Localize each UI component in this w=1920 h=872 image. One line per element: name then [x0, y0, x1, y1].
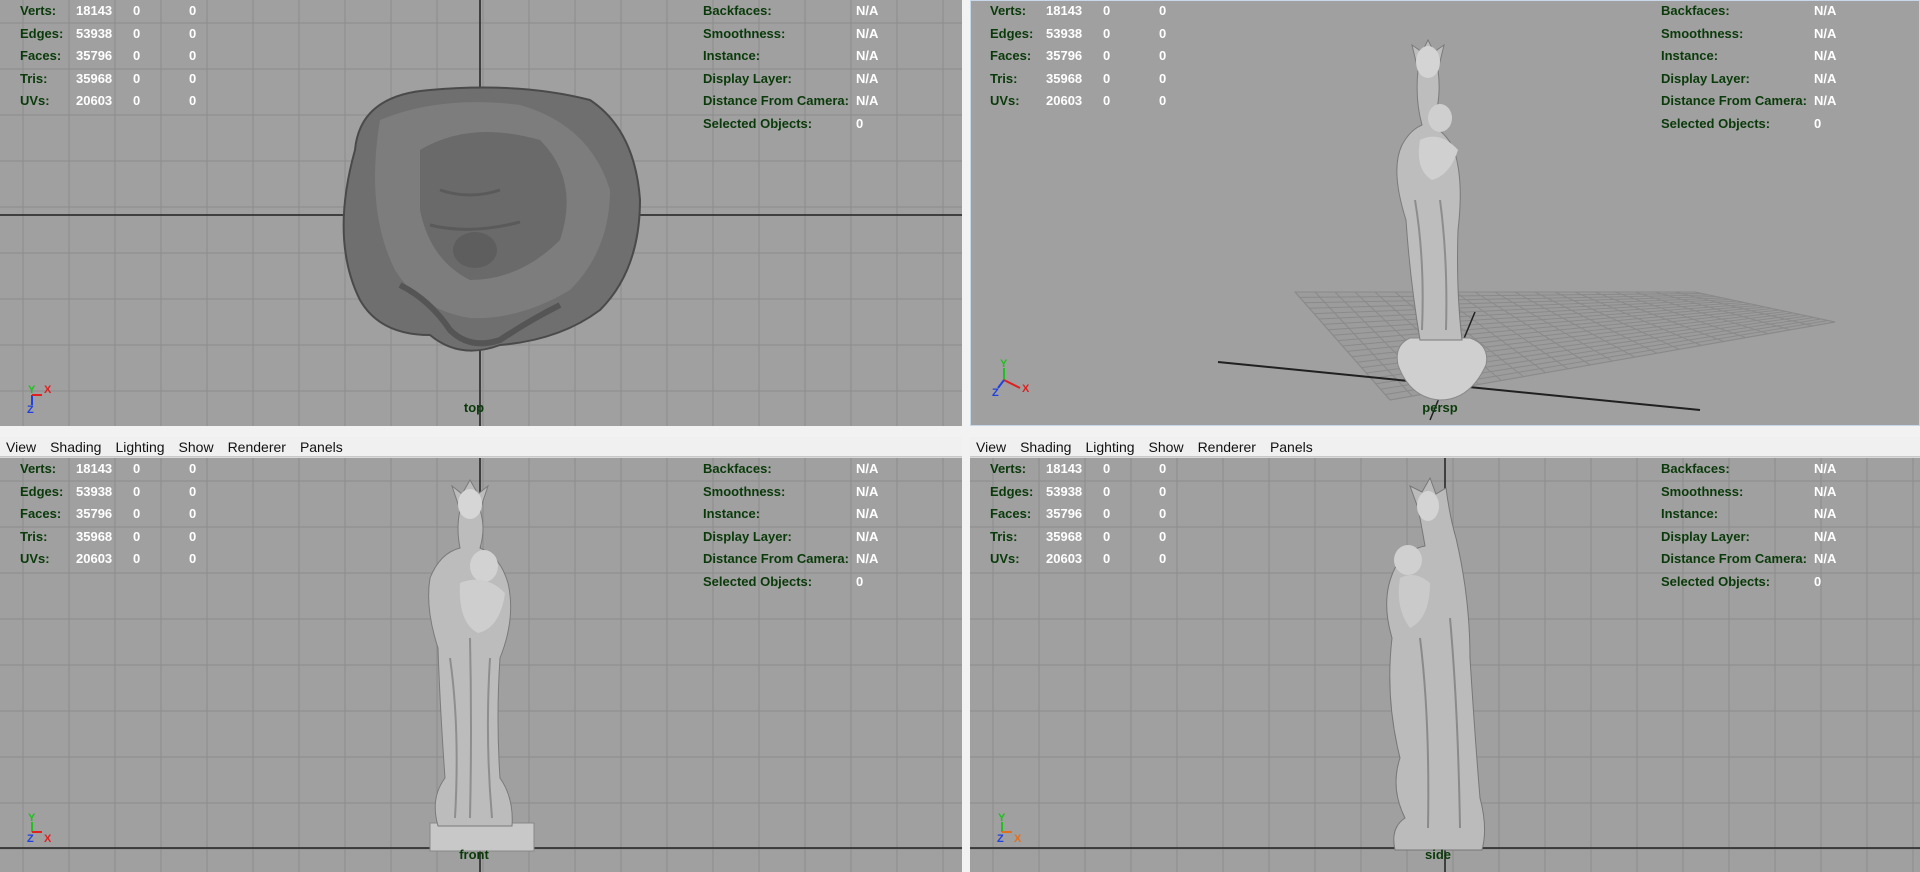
panel-divider-horizontal[interactable]	[0, 426, 1920, 437]
axis-gizmo-icon: Y X Z	[992, 358, 1030, 399]
axis-z-label: Z	[27, 833, 34, 845]
axis-x-label: X	[44, 384, 52, 396]
axis-x-label: X	[1014, 833, 1022, 845]
viewport-side[interactable]: Verts: 18143 0 0 Edges: 53938 0 0 Faces: 35796 0…	[970, 458, 1920, 872]
persp-scene	[1217, 38, 1836, 421]
viewport-name-persp: persp	[1422, 400, 1458, 415]
side-scene	[970, 458, 1920, 872]
axis-x-label: X	[1022, 383, 1030, 395]
statue-side-model	[1386, 476, 1486, 851]
menu-lighting[interactable]: Lighting	[113, 439, 166, 455]
menu-show[interactable]: Show	[1147, 439, 1186, 455]
statue-top-model	[342, 86, 642, 352]
menu-view[interactable]: View	[974, 439, 1008, 455]
axis-z-label: Z	[27, 404, 34, 415]
statue-persp-model	[1396, 38, 1488, 401]
menu-show[interactable]: Show	[177, 439, 216, 455]
menu-panels[interactable]: Panels	[1268, 439, 1315, 455]
viewport-name-top: top	[463, 400, 485, 415]
axis-y-label: Y	[28, 384, 36, 396]
axis-gizmo-icon: Y X Z	[27, 384, 52, 415]
menu-lighting[interactable]: Lighting	[1083, 439, 1136, 455]
axis-y-label: Y	[28, 812, 36, 824]
viewport-front[interactable]: Verts: 18143 0 0 Edges: 53938 0 0 Faces: 35796 0…	[0, 458, 962, 872]
menu-view[interactable]: View	[4, 439, 38, 455]
menu-renderer[interactable]: Renderer	[1196, 439, 1258, 455]
axis-gizmo-icon: Y Z X	[27, 812, 52, 845]
axis-z-label: Z	[997, 833, 1004, 845]
axis-x-label: X	[44, 833, 52, 845]
viewport-top[interactable]: Verts: 18143 0 0 Edges: 53938 0 0 Faces: 35796 0…	[0, 0, 962, 426]
viewport-name-front: front	[459, 847, 489, 862]
front-scene	[0, 458, 962, 872]
axis-z-label: Z	[992, 387, 999, 399]
menu-shading[interactable]: Shading	[1018, 439, 1073, 455]
menu-panels[interactable]: Panels	[298, 439, 345, 455]
viewport-persp[interactable]: Verts: 18143 0 0 Edges: 53938 0 0 Faces: 35796 0…	[969, 0, 1920, 427]
axis-y-label: Y	[1000, 358, 1008, 370]
panel-menubar-front: View Shading Lighting Show Renderer Pane…	[0, 437, 962, 457]
axis-y-label: Y	[998, 812, 1006, 824]
viewport-name-side: side	[1424, 847, 1452, 862]
menu-shading[interactable]: Shading	[48, 439, 103, 455]
top-scene	[0, 0, 962, 426]
axis-gizmo-icon: Y Z X	[997, 812, 1022, 845]
menu-renderer[interactable]: Renderer	[226, 439, 288, 455]
panel-menubar-side: View Shading Lighting Show Renderer Pane…	[970, 437, 1920, 457]
perspective-grid	[1293, 291, 1836, 401]
